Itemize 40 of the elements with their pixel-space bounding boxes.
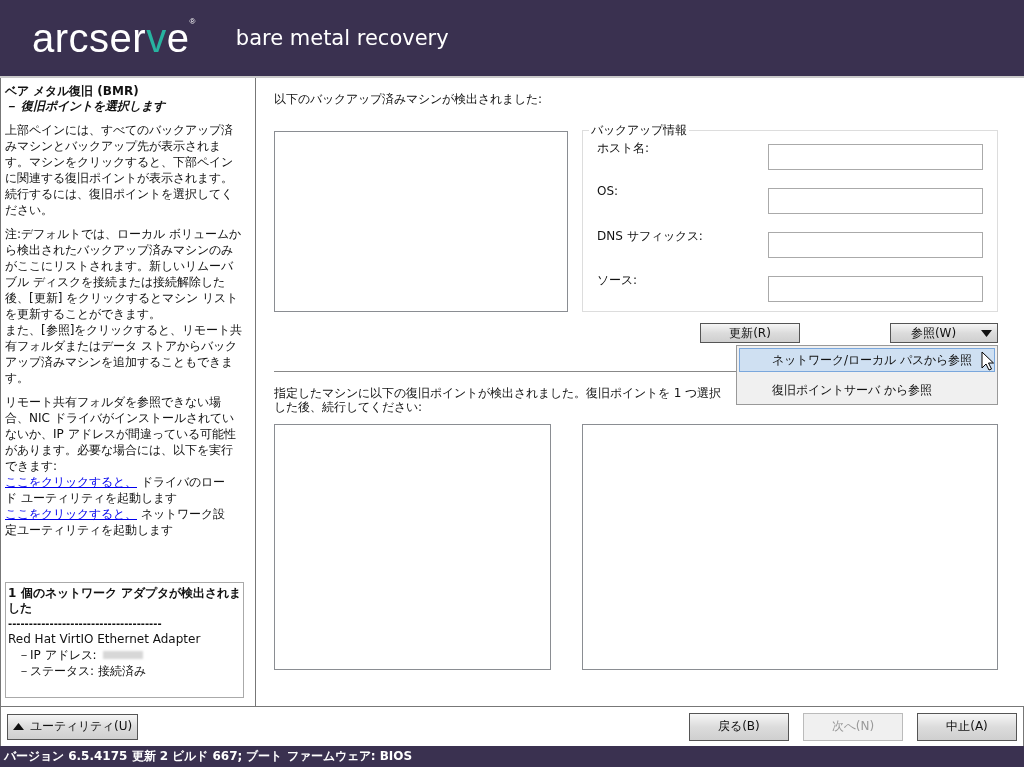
field-label: OS:: [597, 184, 619, 198]
dropdown-button[interactable]: [976, 323, 998, 343]
browse-button[interactable]: 参照(W): [890, 323, 976, 343]
input-field[interactable]: [768, 232, 983, 258]
input-field[interactable]: [768, 144, 983, 170]
utility-link[interactable]: ここをクリックすると、: [5, 507, 137, 521]
menu-item[interactable]: 復旧ポイントサーバ から参照: [739, 378, 995, 402]
help-paragraph: 注:デフォルトでは、ローカル ボリュームから検出されたバックアップ済みマシンのみがここにリストされます。新しいリムーバブル ディスクを接続または接続解除した後、[更新] をクリックするとマシン リストを更新することができます。: [5, 226, 242, 322]
connection-status: －ステータス: 接続済み: [17, 663, 147, 679]
ip-label: －IP アドレス:: [18, 647, 97, 663]
logo: arcserve$^{®}$: [32, 18, 196, 58]
step-subtitle: － 復旧ポイントを選択します: [5, 99, 167, 114]
nav-button[interactable]: 戻る(B): [689, 712, 789, 741]
help-paragraph: リモート共有フォルダを参照できない場合、NIC ドライバがインストールされていないか、IP アドレスが間違っている可能性があります。必要な場合には、以下を実行できます:: [5, 394, 237, 474]
caret-icon: [981, 329, 992, 337]
recovery-points-label: 指定したマシンに以下の復旧ポイントが検出されました。復旧ポイントを 1 つ選択した後、続行してください:: [274, 386, 723, 414]
product-title: bare metal recovery: [235, 26, 449, 50]
field-label: ソース:: [597, 272, 638, 289]
nav-button[interactable]: 中止(A): [917, 712, 1017, 741]
adapter-count-text: 1 個のネットワーク アダプタが検出されました: [8, 586, 241, 616]
step-title: ベア メタル復旧 (BMR): [5, 84, 140, 99]
adapter-name: Red Hat VirtIO Ethernet Adapter: [8, 631, 202, 647]
help-paragraph: ここをクリックすると、 ネットワーク設定ユーティリティを起動します: [5, 506, 226, 538]
refresh-button[interactable]: 更新(R): [700, 323, 800, 343]
machines-label: 以下のバックアップ済みマシンが検出されました:: [274, 92, 544, 106]
input-field[interactable]: [768, 276, 983, 302]
input-field[interactable]: [768, 188, 983, 214]
separator-text: -------------------------------------: [8, 617, 163, 631]
utilities-button[interactable]: ユーティリティ(U): [7, 713, 139, 740]
field-label: DNS サフィックス:: [597, 228, 703, 245]
triangle-up-icon: [13, 723, 24, 730]
field-label: ホスト名:: [597, 140, 650, 157]
menu-item[interactable]: ネットワーク/ローカル パスから参照: [739, 348, 995, 372]
help-paragraph: 上部ペインには、すべてのバックアップ済みマシンとバックアップ先が表示されます。マシンをクリックすると、下部ペインに関連する復旧ポイントが表示されます。続行するには、復旧ポイントを選択してください。: [5, 122, 234, 218]
status-bar: バージョン 6.5.4175 更新 2 ビルド 667; ブート ファームウェア: BIOS: [0, 746, 1024, 767]
group-legend: バックアップ情報: [589, 124, 689, 136]
utility-link[interactable]: ここをクリックすると、: [5, 475, 137, 489]
mouse-pointer-icon: [981, 351, 994, 371]
help-paragraph: ここをクリックすると、 ドライバのロード ユーティリティを起動します: [5, 474, 226, 506]
help-paragraph: また、[参照]をクリックすると、リモート共有フォルダまたはデータ ストアからバックアップ済みマシンを追加することもできます。: [5, 322, 244, 386]
